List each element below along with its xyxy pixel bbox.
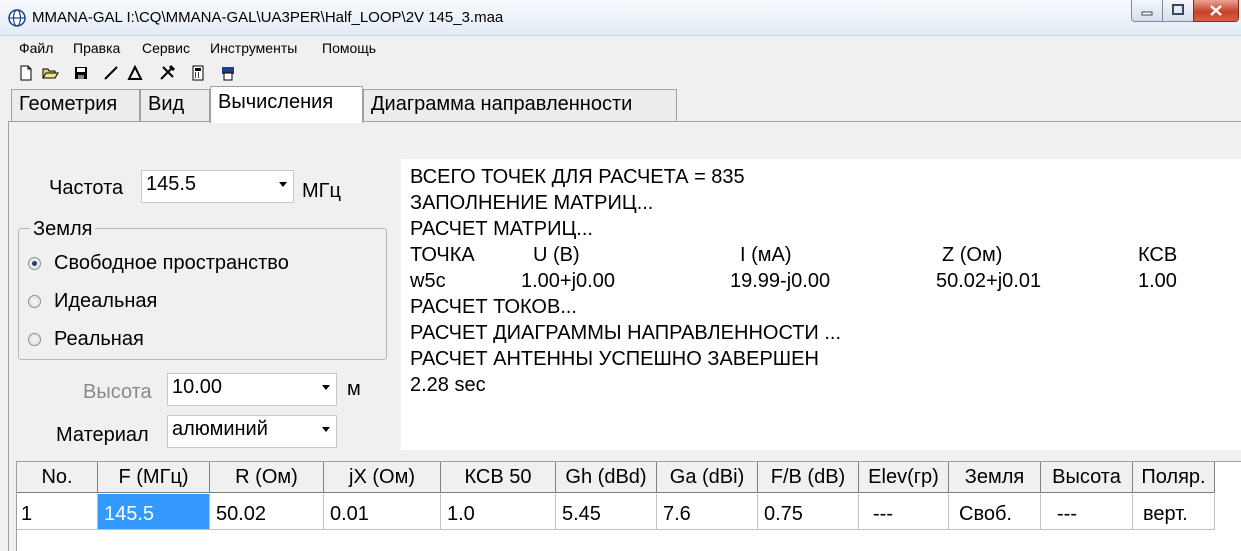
- app-icon: [8, 9, 26, 27]
- log-impedance: 50.02+j0.01: [936, 270, 1042, 292]
- log-line: РАСЧЕТ ДИАГРАММЫ НАПРАВЛЕННОСТИ ...: [410, 322, 842, 344]
- material-combo[interactable]: алюминий: [167, 415, 337, 448]
- radio-perfect-label[interactable]: Идеальная: [54, 290, 157, 313]
- tab-calculation[interactable]: Вычисления: [210, 86, 363, 123]
- log-header-impedance: Z (Ом): [942, 244, 1003, 266]
- radio-free-space-label[interactable]: Свободное пространство: [54, 252, 289, 275]
- material-value: алюминий: [172, 418, 268, 440]
- column-header-no[interactable]: No.: [17, 462, 98, 493]
- height-label: Высота: [83, 381, 152, 403]
- height-unit: м: [347, 378, 361, 400]
- frequency-unit: МГц: [302, 180, 341, 202]
- table-cell-height[interactable]: ---: [1041, 494, 1133, 530]
- table-cell-ground[interactable]: Своб.: [949, 494, 1041, 530]
- column-header-frequency[interactable]: F (МГц): [98, 462, 210, 493]
- save-disk-icon[interactable]: [72, 64, 90, 82]
- print-icon[interactable]: [219, 64, 237, 82]
- log-line: ЗАПОЛНЕНИЕ МАТРИЦ...: [410, 192, 654, 214]
- menu-service[interactable]: Сервис: [142, 40, 190, 56]
- log-line: РАСЧЕТ МАТРИЦ...: [410, 218, 593, 240]
- log-voltage: 1.00+j0.00: [521, 270, 615, 292]
- log-header-current: I (мА): [740, 244, 792, 266]
- log-line: РАСЧЕТ АНТЕННЫ УСПЕШНО ЗАВЕРШЕН: [410, 348, 819, 370]
- log-line: РАСЧЕТ ТОКОВ...: [410, 296, 577, 318]
- calculator-icon[interactable]: [189, 64, 207, 82]
- chevron-down-icon[interactable]: [322, 385, 330, 390]
- chevron-down-icon[interactable]: [322, 427, 330, 432]
- log-header-point: ТОЧКА: [410, 244, 475, 266]
- table-cell-frequency[interactable]: 145.5: [98, 494, 210, 530]
- log-elapsed-time: 2.28 sec: [410, 374, 486, 396]
- toolbar: [0, 61, 1241, 85]
- radio-real-label[interactable]: Реальная: [54, 328, 144, 351]
- table-cell-no[interactable]: 1: [17, 494, 98, 530]
- table-cell-polarization[interactable]: верт.: [1133, 494, 1215, 530]
- column-header-gh[interactable]: Gh (dBd): [556, 462, 657, 493]
- column-header-fb[interactable]: F/B (dB): [758, 462, 859, 493]
- minimize-button[interactable]: [1131, 0, 1163, 22]
- height-combo[interactable]: 10.00: [167, 373, 337, 406]
- height-value: 10.00: [172, 376, 223, 398]
- chevron-down-icon[interactable]: [279, 182, 287, 187]
- frequency-label: Частота: [49, 177, 124, 199]
- close-icon: [1210, 5, 1222, 16]
- radio-free-space[interactable]: [28, 257, 41, 270]
- radio-real[interactable]: [28, 333, 41, 346]
- table-cell-resistance[interactable]: 50.02: [210, 494, 324, 530]
- material-label: Материал: [56, 424, 149, 446]
- log-header-swr: КСВ: [1138, 244, 1178, 266]
- column-header-elev[interactable]: Elev(гр): [859, 462, 949, 493]
- table-cell-fb[interactable]: 0.75: [758, 494, 859, 530]
- ground-legend: Земля: [30, 218, 96, 241]
- column-header-ga[interactable]: Ga (dBi): [657, 462, 758, 493]
- column-header-ground[interactable]: Земля: [949, 462, 1041, 493]
- tab-pattern[interactable]: Диаграмма направленности: [363, 89, 677, 121]
- menu-file[interactable]: Файл: [19, 40, 53, 56]
- column-header-polarization[interactable]: Поляр.: [1133, 462, 1215, 493]
- frequency-value: 145.5: [146, 173, 197, 195]
- table-cell-gh[interactable]: 5.45: [556, 494, 657, 530]
- column-header-reactance[interactable]: jX (Ом): [324, 462, 441, 493]
- line-tool-icon[interactable]: [102, 64, 120, 82]
- table-cell-ga[interactable]: 7.6: [657, 494, 758, 530]
- maximize-button[interactable]: [1162, 0, 1194, 22]
- frequency-combo[interactable]: 145.5: [141, 170, 294, 203]
- triangle-tool-icon[interactable]: [126, 64, 144, 82]
- minimize-icon: [1141, 11, 1153, 16]
- column-header-height[interactable]: Высота: [1041, 462, 1133, 493]
- table-cell-elev[interactable]: ---: [859, 494, 949, 530]
- restore-icon: [1172, 4, 1184, 15]
- open-folder-icon[interactable]: [41, 64, 59, 82]
- log-point: w5c: [410, 270, 446, 292]
- column-header-resistance[interactable]: R (Ом): [210, 462, 324, 493]
- tab-geometry[interactable]: Геометрия: [11, 89, 140, 121]
- menu-edit[interactable]: Правка: [73, 40, 120, 56]
- close-button[interactable]: [1193, 0, 1239, 22]
- tools-icon[interactable]: [158, 64, 176, 82]
- menu-tools[interactable]: Инструменты: [210, 40, 297, 56]
- log-current: 19.99-j0.00: [730, 270, 831, 292]
- table-cell-swr50[interactable]: 1.0: [441, 494, 556, 530]
- log-line: ВСЕГО ТОЧЕК ДЛЯ РАСЧЕТА = 835: [410, 166, 745, 188]
- log-header-voltage: U (В): [533, 244, 580, 266]
- radio-perfect[interactable]: [28, 295, 41, 308]
- tab-view[interactable]: Вид: [140, 89, 210, 121]
- column-header-swr50[interactable]: КСВ 50: [441, 462, 556, 493]
- menu-help[interactable]: Помощь: [322, 40, 376, 56]
- new-file-icon[interactable]: [17, 64, 35, 82]
- table-cell-reactance[interactable]: 0.01: [324, 494, 441, 530]
- log-swr: 1.00: [1138, 270, 1177, 292]
- window-title: MMANA-GAL I:\CQ\MMANA-GAL\UA3PER\Half_LO…: [32, 9, 504, 26]
